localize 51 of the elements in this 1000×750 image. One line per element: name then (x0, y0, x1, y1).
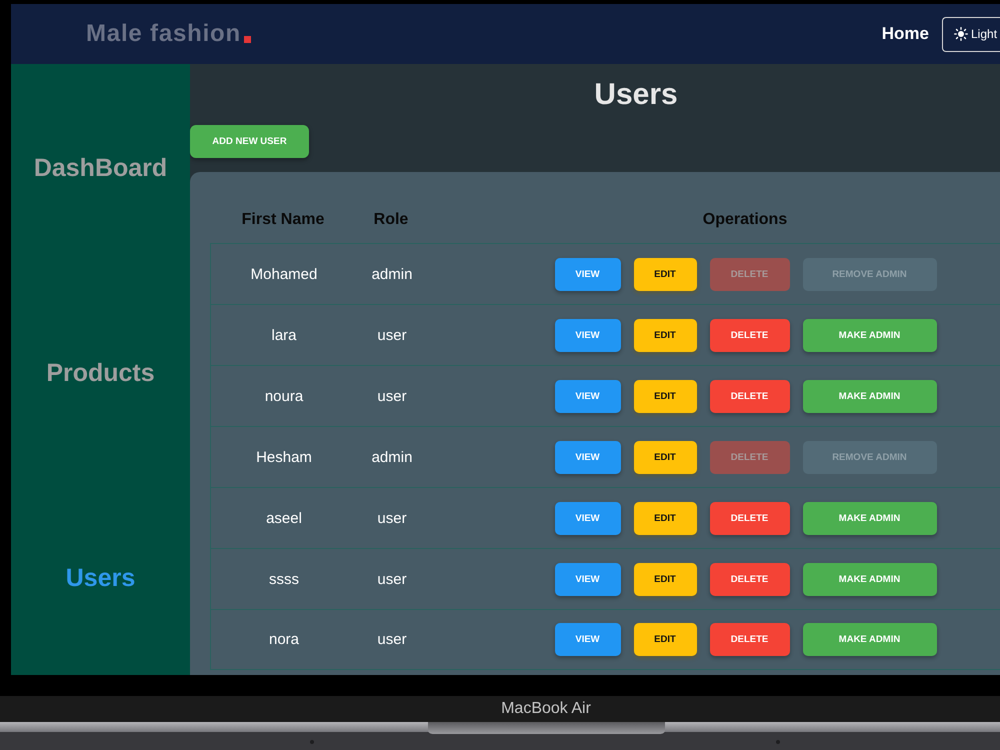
view-button[interactable]: VIEW (554, 623, 620, 656)
edit-button[interactable]: EDIT (634, 623, 696, 656)
table-cell: user (377, 326, 407, 344)
admin-role-button[interactable]: MAKE ADMIN (802, 562, 936, 596)
table-cell: user (377, 570, 407, 588)
table-cell: user (377, 510, 407, 526)
nav-link[interactable]: Home (882, 24, 929, 44)
edit-button[interactable]: EDIT (634, 562, 696, 596)
delete-button[interactable]: DELETE (710, 502, 790, 534)
table-cell: aseel (266, 510, 302, 526)
delete-button[interactable]: DELETE (710, 562, 790, 596)
table-cell: noura (264, 388, 304, 404)
edit-button[interactable]: EDIT (634, 502, 696, 534)
logo-text[interactable]: Male fashion (86, 21, 241, 47)
view-button[interactable]: VIEW (554, 440, 620, 474)
delete-button[interactable]: DELETE (710, 318, 790, 352)
admin-role-button[interactable]: MAKE ADMIN (802, 623, 936, 656)
edit-button[interactable]: EDIT (634, 318, 696, 352)
table-cell: nora (268, 631, 300, 648)
admin-role-button[interactable]: MAKE ADMIN (802, 380, 936, 412)
edit-button[interactable]: EDIT (634, 440, 696, 474)
table-cell: ssss (269, 570, 299, 588)
sidebar-item[interactable]: Users (66, 563, 136, 593)
column-header: Operations (702, 210, 788, 228)
admin-role-button[interactable]: MAKE ADMIN (802, 318, 936, 352)
add-user-button[interactable]: ADD NEW USER (190, 125, 309, 158)
table-cell: lara (271, 326, 296, 344)
view-button[interactable]: VIEW (554, 562, 620, 596)
sun-icon (954, 27, 968, 41)
sidebar-item[interactable]: Products (46, 358, 155, 388)
table-cell: user (377, 388, 407, 404)
delete-button[interactable]: DELETE (710, 623, 790, 656)
table-cell: admin (372, 448, 412, 466)
view-button[interactable]: VIEW (554, 380, 620, 412)
view-button[interactable]: VIEW (554, 502, 620, 534)
page-title: Users (593, 77, 679, 113)
sidebar-item[interactable]: DashBoard (34, 153, 168, 183)
table-cell: Mohamed (250, 266, 318, 282)
theme-button[interactable]: Light (942, 16, 1000, 52)
table-cell: admin (372, 266, 412, 282)
device-label: MacBook Air (501, 700, 591, 718)
view-button[interactable]: VIEW (554, 258, 620, 290)
column-header: First Name (242, 210, 324, 228)
edit-button[interactable]: EDIT (634, 380, 696, 412)
edit-button[interactable]: EDIT (634, 258, 696, 290)
table-cell: Hesham (256, 448, 312, 466)
admin-role-button[interactable]: MAKE ADMIN (802, 502, 936, 534)
delete-button[interactable]: DELETE (710, 380, 790, 412)
column-header: Role (374, 210, 408, 228)
view-button[interactable]: VIEW (554, 318, 620, 352)
table-cell: user (377, 631, 407, 648)
